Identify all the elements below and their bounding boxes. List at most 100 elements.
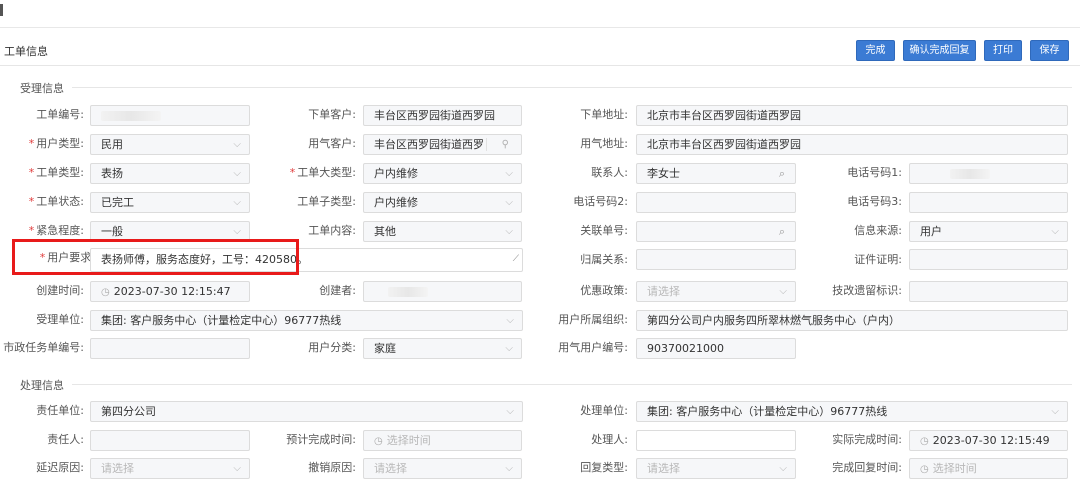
cancel-reason-label: 撤销原因: — [308, 461, 356, 474]
urgency-label: * 紧急程度: — [28, 224, 84, 237]
related-no-field[interactable]: ⌕ — [636, 221, 796, 242]
blurred-value — [950, 169, 990, 179]
chevron-down-icon: ⌵ — [505, 226, 513, 237]
search-icon[interactable]: ⌕ — [779, 222, 785, 241]
contact-field[interactable]: 李女士 ⌕ — [636, 163, 796, 184]
order-content-label: 工单内容: — [308, 224, 356, 237]
order-major-type-select[interactable]: 户内维修 ⌵ — [363, 163, 522, 184]
user-org-field[interactable]: 第四分公司户内服务四所翠林燃气服务中心（户内） — [636, 310, 1068, 331]
order-status-label: * 工单状态: — [28, 195, 84, 208]
reply-type-label: 回复类型: — [580, 461, 628, 474]
order-customer-label: 下单客户: — [308, 108, 356, 121]
user-org-label: 用户所属组织: — [558, 313, 628, 326]
resp-person-label: 责任人: — [47, 433, 84, 446]
section-accept-title: 受理信息 — [20, 82, 64, 95]
order-status-select[interactable]: 已完工 ⌵ — [90, 192, 250, 213]
user-type-select[interactable]: 民用 ⌵ — [90, 134, 250, 155]
gas-user-no-label: 用气用户编号: — [558, 341, 628, 354]
section-accept-line — [72, 87, 1072, 88]
work-order-no-field[interactable] — [90, 105, 250, 126]
gas-customer-field[interactable]: 丰台区西罗园街道西罗 ⚲ — [363, 134, 522, 155]
cancel-reason-select[interactable]: 请选择 ⌵ — [363, 458, 522, 479]
clock-icon: ◷ — [101, 287, 110, 298]
top-strip-mark — [0, 4, 3, 16]
tech-flag-field[interactable] — [909, 281, 1068, 302]
city-task-no-label: 市政任务单编号: — [3, 341, 84, 354]
belong-relation-label: 归属关系: — [580, 253, 628, 266]
gas-address-label: 用气地址: — [580, 137, 628, 150]
resp-unit-select[interactable]: 第四分公司 ⌵ — [90, 401, 523, 422]
preferential-select[interactable]: 请选择 ⌵ — [636, 281, 796, 302]
finish-reply-time-picker[interactable]: ◷ 选择时间 — [909, 458, 1068, 479]
certificate-field[interactable] — [909, 249, 1068, 270]
link-icon[interactable]: ⚲ — [502, 135, 509, 154]
created-time-field[interactable]: ◷ 2023-07-30 12:15:47 — [90, 281, 250, 302]
contact-label: 联系人: — [591, 166, 628, 179]
chevron-down-icon: ⌵ — [233, 168, 241, 179]
order-type-label: * 工单类型: — [28, 166, 84, 179]
search-icon[interactable]: ⌕ — [779, 164, 785, 183]
delay-reason-select[interactable]: 请选择 ⌵ — [90, 458, 250, 479]
confirm-complete-reply-button[interactable]: 确认完成回复 — [903, 40, 976, 61]
certificate-label: 证件证明: — [854, 253, 902, 266]
order-sub-type-label: 工单子类型: — [297, 195, 356, 208]
required-star: * — [28, 166, 35, 179]
page-title: 工单信息 — [4, 45, 48, 58]
actual-finish-label: 实际完成时间: — [832, 433, 902, 446]
chevron-down-icon: ⌵ — [506, 315, 514, 326]
plan-finish-picker[interactable]: ◷ 选择时间 — [363, 430, 522, 451]
required-star: * — [289, 166, 296, 179]
order-type-select[interactable]: 表扬 ⌵ — [90, 163, 250, 184]
handle-unit-select[interactable]: 集团: 客户服务中心（计量检定中心）96777热线 ⌵ — [636, 401, 1068, 422]
plan-finish-label: 预计完成时间: — [286, 433, 356, 446]
user-category-label: 用户分类: — [308, 341, 356, 354]
chevron-down-icon: ⌵ — [505, 168, 513, 179]
phone2-field[interactable] — [636, 192, 796, 213]
city-task-no-field[interactable] — [90, 338, 250, 359]
required-star: * — [28, 137, 35, 150]
related-no-label: 关联单号: — [580, 224, 628, 237]
chevron-down-icon: ⌵ — [505, 197, 513, 208]
actual-finish-field[interactable]: ◷ 2023-07-30 12:15:49 — [909, 430, 1068, 451]
order-content-select[interactable]: 其他 ⌵ — [363, 221, 522, 242]
gas-address-field[interactable]: 北京市丰台区西罗园街道西罗园 — [636, 134, 1068, 155]
gas-customer-label: 用气客户: — [308, 137, 356, 150]
clock-icon: ◷ — [920, 436, 929, 447]
phone1-field[interactable] — [909, 163, 1068, 184]
phone3-field[interactable] — [909, 192, 1068, 213]
created-time-label: 创建时间: — [36, 284, 84, 297]
accept-unit-label: 受理单位: — [36, 313, 84, 326]
belong-relation-field[interactable] — [636, 249, 796, 270]
phone1-label: 电话号码1: — [847, 166, 902, 179]
delay-reason-label: 延迟原因: — [36, 461, 84, 474]
handler-field[interactable] — [636, 430, 796, 451]
user-type-label: * 用户类型: — [28, 137, 84, 150]
order-customer-field[interactable]: 丰台区西罗园街道西罗园 — [363, 105, 522, 126]
order-major-type-label: * 工单大类型: — [289, 166, 356, 179]
reply-type-select[interactable]: 请选择 ⌵ — [636, 458, 796, 479]
info-source-select[interactable]: 用户 ⌵ — [909, 221, 1068, 242]
chevron-down-icon: ⌵ — [505, 463, 513, 474]
chevron-down-icon: ⌵ — [233, 139, 241, 150]
chevron-down-icon: ⌵ — [1051, 406, 1059, 417]
user-category-select[interactable]: 家庭 ⌵ — [363, 338, 522, 359]
resize-grip-icon[interactable]: ⟋ — [513, 248, 519, 270]
print-button[interactable]: 打印 — [984, 40, 1022, 61]
top-strip — [0, 0, 1080, 28]
order-address-field[interactable]: 北京市丰台区西罗园街道西罗园 — [636, 105, 1068, 126]
chevron-down-icon: ⌵ — [233, 463, 241, 474]
accept-unit-select[interactable]: 集团: 客户服务中心（计量检定中心）96777热线 ⌵ — [90, 310, 523, 331]
gas-user-no-field[interactable]: 90370021000 — [636, 338, 796, 359]
order-address-label: 下单地址: — [580, 108, 628, 121]
section-process-title: 处理信息 — [20, 379, 64, 392]
save-button[interactable]: 保存 — [1030, 40, 1069, 61]
clock-icon: ◷ — [920, 464, 929, 475]
chevron-down-icon: ⌵ — [1051, 226, 1059, 237]
complete-button[interactable]: 完成 — [856, 40, 895, 61]
info-source-label: 信息来源: — [854, 224, 902, 237]
order-sub-type-select[interactable]: 户内维修 ⌵ — [363, 192, 522, 213]
blurred-value — [101, 111, 161, 121]
chevron-down-icon: ⌵ — [233, 197, 241, 208]
resp-person-field[interactable] — [90, 430, 250, 451]
creator-field[interactable] — [363, 281, 522, 302]
